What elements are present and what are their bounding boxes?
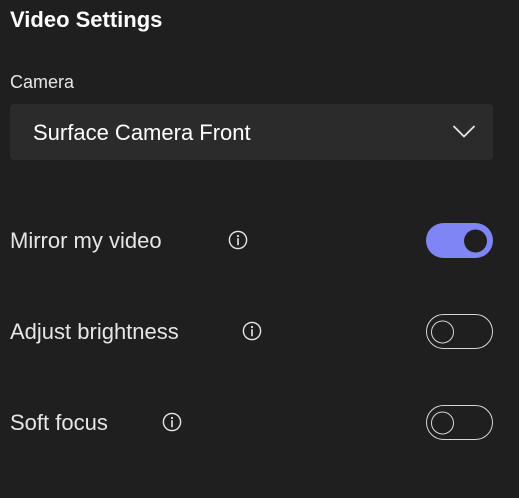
toggle-knob [431,411,454,434]
panel-title: Video Settings [10,7,163,32]
setting-row-mirror-video: Mirror my video [10,223,493,259]
mirror-video-label: Mirror my video [10,228,162,253]
camera-dropdown[interactable]: Surface Camera Front [10,104,493,160]
soft-focus-label: Soft focus [10,410,108,435]
mirror-video-toggle[interactable] [426,223,493,258]
video-settings-panel: Video Settings Camera Surface Camera Fro… [0,0,519,498]
camera-label: Camera [10,72,75,92]
info-icon[interactable] [242,321,262,341]
camera-selected-value: Surface Camera Front [33,120,251,145]
info-icon[interactable] [162,412,182,432]
adjust-brightness-label: Adjust brightness [10,319,179,344]
toggle-knob [431,320,454,343]
toggle-knob [464,229,487,252]
setting-row-soft-focus: Soft focus [10,405,493,441]
soft-focus-toggle[interactable] [426,405,493,440]
adjust-brightness-toggle[interactable] [426,314,493,349]
chevron-down-icon [453,125,475,138]
info-icon[interactable] [228,230,248,250]
setting-row-adjust-brightness: Adjust brightness [10,314,493,350]
